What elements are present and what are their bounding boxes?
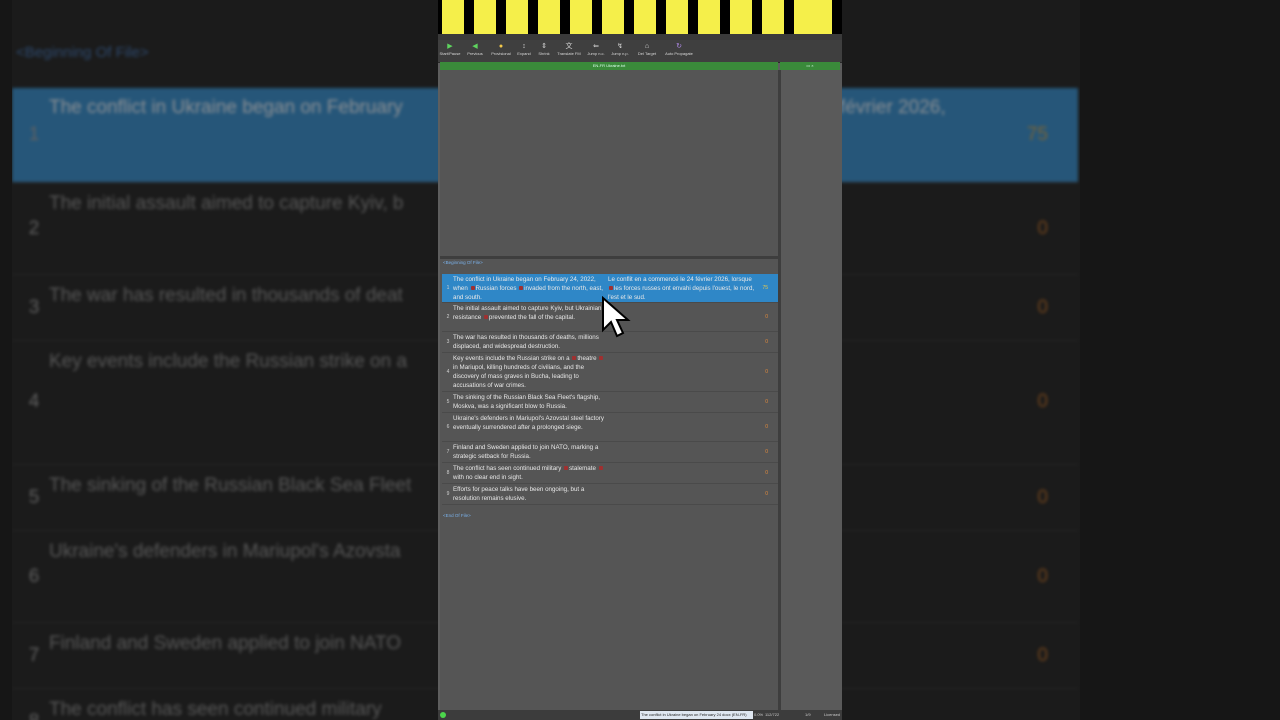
match-score: 0 [765,470,768,476]
expand-button[interactable]: ↕ Expand [515,42,533,60]
mouse-cursor-icon [602,296,631,338]
background-bof: <Beginning Of File> [16,44,149,61]
tag-icon [598,466,603,471]
match-score: 0 [765,399,768,405]
tag-icon [519,286,524,291]
segment-row[interactable]: 7 Finland and Sweden applied to join NAT… [442,442,778,463]
tag-icon [572,356,577,361]
background-left-edge [0,0,12,720]
preview-pane [440,70,778,256]
status-bar: The conflict in Ukraine began on Februar… [438,710,842,720]
provisional-icon: ● [498,43,504,50]
warning-stripes [438,0,842,34]
start-pause-icon: ▶ [447,43,453,50]
tag-icon [599,356,604,361]
segment-row[interactable]: 5 The sinking of the Russian Black Sea F… [442,392,778,413]
segment-row[interactable]: 9 Efforts for peace talks have been ongo… [442,484,778,505]
segment-source: The initial assault aimed to capture Kyi… [453,305,602,321]
match-score: 0 [765,491,768,497]
previous-button[interactable]: ◀ Previous [465,42,485,60]
segment-source: Finland and Sweden applied to join NATO,… [453,444,599,460]
segment-row[interactable]: 6 Ukraine's defenders in Mariupol's Azov… [442,413,778,442]
jump-icon: ↯ [617,43,623,50]
match-score: 75 [762,285,768,291]
start-pause-button[interactable]: ▶ Start/Pause [439,42,461,60]
shrink-button[interactable]: ⇕ Shrink [535,42,553,60]
beginning-of-file: <Beginning Of File> [443,260,483,265]
expand-icon: ↕ [522,43,526,50]
translate-fm-button[interactable]: 文 Translate FM [555,42,583,60]
tag-icon [470,286,475,291]
status-segment-preview[interactable]: The conflict in Ukraine began on Februar… [640,711,753,719]
jump-icon: ⇐ [593,43,599,50]
side-pane [781,70,842,710]
document-tab-secondary[interactable]: ▭ × [780,62,840,70]
del-target-button[interactable]: ⌂ Del Target [635,42,659,60]
status-percent: 0.0% [754,712,764,717]
app-window: ▶ Start/Pause ◀ Previous ● Provisional ↕… [438,0,842,720]
tag-icon [609,286,613,291]
previous-icon: ◀ [472,43,478,50]
status-words: 112/722 [765,712,780,717]
status-license: Licensed [824,712,841,717]
match-score: 0 [765,449,768,455]
shrink-icon: ⇕ [541,43,547,50]
auto-propagate-button[interactable]: ↻ Auto Propagate [661,42,697,60]
jump-np-button[interactable]: ↯ Jump n.p. [609,42,631,60]
segment-source: The sinking of the Russian Black Sea Fle… [453,394,601,410]
jump-nc-button[interactable]: ⇐ Jump n.c. [585,42,607,60]
status-pages: 1/9 [805,712,811,717]
match-score: 0 [765,369,768,375]
segment-source: Efforts for peace talks have been ongoin… [453,486,585,502]
background-right-edge [1080,0,1280,720]
propagate-icon: ↻ [676,43,682,50]
segment-source: The conflict in Ukraine began on Februar… [453,276,603,301]
status-ok-icon [440,712,446,718]
tag-icon [483,315,488,320]
end-of-file: <End Of File> [443,513,471,518]
ribbon-toolbar: ▶ Start/Pause ◀ Previous ● Provisional ↕… [438,40,842,63]
segment-source: Ukraine's defenders in Mariupol's Azovst… [453,415,604,431]
del-target-icon: ⌂ [644,43,650,50]
document-tab[interactable]: EN-FR Ukraine.txt [440,62,778,70]
provisional-button[interactable]: ● Provisional [489,42,513,60]
segment-row[interactable]: 4 Key events include the Russian strike … [442,353,778,392]
segment-source: The war has resulted in thousands of dea… [453,334,599,350]
match-score: 0 [765,339,768,345]
segment-source: The conflict has seen continued military… [453,464,608,482]
translate-icon: 文 [565,43,573,50]
match-score: 0 [765,314,768,320]
tag-icon [564,466,569,471]
match-score: 0 [765,424,768,430]
segment-row[interactable]: 8 The conflict has seen continued milita… [442,463,778,484]
segment-source: Key events include the Russian strike on… [453,354,608,390]
